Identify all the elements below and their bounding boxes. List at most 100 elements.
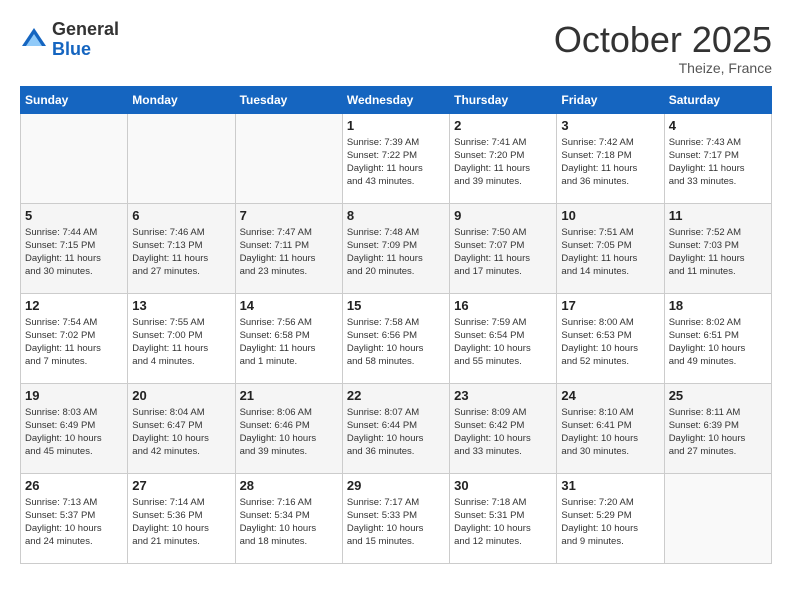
table-row: 18 Sunrise: 8:02 AM Sunset: 6:51 PM Dayli…: [664, 293, 771, 383]
table-row: 3 Sunrise: 7:42 AM Sunset: 7:18 PM Daylig…: [557, 113, 664, 203]
table-row: 30 Sunrise: 7:18 AM Sunset: 5:31 PM Dayli…: [450, 473, 557, 563]
calendar-week-row: 1 Sunrise: 7:39 AM Sunset: 7:22 PM Daylig…: [21, 113, 772, 203]
weekday-header: Sunday: [21, 86, 128, 113]
day-info: Sunrise: 8:00 AM Sunset: 6:53 PM Dayligh…: [561, 316, 659, 369]
calendar-week-row: 19Sunrise: 8:03 AM Sunset: 6:49 PM Dayli…: [21, 383, 772, 473]
day-info: Sunrise: 7:51 AM Sunset: 7:05 PM Dayligh…: [561, 226, 659, 279]
calendar-body: 1 Sunrise: 7:39 AM Sunset: 7:22 PM Daylig…: [21, 113, 772, 563]
day-info: Sunrise: 7:56 AM Sunset: 6:58 PM Dayligh…: [240, 316, 338, 369]
day-info: Sunrise: 7:46 AM Sunset: 7:13 PM Dayligh…: [132, 226, 230, 279]
day-number: 21: [240, 388, 338, 403]
table-row: 25 Sunrise: 8:11 AM Sunset: 6:39 PM Dayli…: [664, 383, 771, 473]
table-row: 31Sunrise: 7:20 AM Sunset: 5:29 PM Dayli…: [557, 473, 664, 563]
table-row: 11 Sunrise: 7:52 AM Sunset: 7:03 PM Dayli…: [664, 203, 771, 293]
calendar-week-row: 5Sunrise: 7:44 AM Sunset: 7:15 PM Daylig…: [21, 203, 772, 293]
day-number: 17: [561, 298, 659, 313]
day-number: 1: [347, 118, 445, 133]
day-number: 7: [240, 208, 338, 223]
table-row: 14 Sunrise: 7:56 AM Sunset: 6:58 PM Dayli…: [235, 293, 342, 383]
month-title: October 2025: [554, 20, 772, 60]
day-number: 24: [561, 388, 659, 403]
day-number: 14: [240, 298, 338, 313]
weekday-header: Monday: [128, 86, 235, 113]
table-row: 21 Sunrise: 8:06 AM Sunset: 6:46 PM Dayli…: [235, 383, 342, 473]
logo-blue: Blue: [52, 39, 91, 59]
day-number: 28: [240, 478, 338, 493]
table-row: 4 Sunrise: 7:43 AM Sunset: 7:17 PM Daylig…: [664, 113, 771, 203]
day-number: 6: [132, 208, 230, 223]
weekday-header: Friday: [557, 86, 664, 113]
table-row: 29 Sunrise: 7:17 AM Sunset: 5:33 PM Dayli…: [342, 473, 449, 563]
table-row: 12Sunrise: 7:54 AM Sunset: 7:02 PM Dayli…: [21, 293, 128, 383]
day-info: Sunrise: 7:39 AM Sunset: 7:22 PM Dayligh…: [347, 136, 445, 189]
day-number: 31: [561, 478, 659, 493]
logo: General Blue: [20, 20, 119, 60]
day-info: Sunrise: 8:09 AM Sunset: 6:42 PM Dayligh…: [454, 406, 552, 459]
table-row: 5Sunrise: 7:44 AM Sunset: 7:15 PM Daylig…: [21, 203, 128, 293]
day-info: Sunrise: 7:18 AM Sunset: 5:31 PM Dayligh…: [454, 496, 552, 549]
day-number: 10: [561, 208, 659, 223]
logo-text: General Blue: [52, 20, 119, 60]
day-number: 25: [669, 388, 767, 403]
day-info: Sunrise: 7:42 AM Sunset: 7:18 PM Dayligh…: [561, 136, 659, 189]
day-number: 30: [454, 478, 552, 493]
day-info: Sunrise: 7:41 AM Sunset: 7:20 PM Dayligh…: [454, 136, 552, 189]
table-row: 20Sunrise: 8:04 AM Sunset: 6:47 PM Dayli…: [128, 383, 235, 473]
table-row: 8 Sunrise: 7:48 AM Sunset: 7:09 PM Daylig…: [342, 203, 449, 293]
day-info: Sunrise: 7:59 AM Sunset: 6:54 PM Dayligh…: [454, 316, 552, 369]
day-number: 22: [347, 388, 445, 403]
table-row: 24 Sunrise: 8:10 AM Sunset: 6:41 PM Dayli…: [557, 383, 664, 473]
table-row: 27Sunrise: 7:14 AM Sunset: 5:36 PM Dayli…: [128, 473, 235, 563]
day-info: Sunrise: 8:02 AM Sunset: 6:51 PM Dayligh…: [669, 316, 767, 369]
day-number: 3: [561, 118, 659, 133]
table-row: 1 Sunrise: 7:39 AM Sunset: 7:22 PM Daylig…: [342, 113, 449, 203]
day-info: Sunrise: 7:58 AM Sunset: 6:56 PM Dayligh…: [347, 316, 445, 369]
day-info: Sunrise: 8:10 AM Sunset: 6:41 PM Dayligh…: [561, 406, 659, 459]
day-number: 15: [347, 298, 445, 313]
weekday-header: Tuesday: [235, 86, 342, 113]
day-info: Sunrise: 7:50 AM Sunset: 7:07 PM Dayligh…: [454, 226, 552, 279]
table-row: 19Sunrise: 8:03 AM Sunset: 6:49 PM Dayli…: [21, 383, 128, 473]
day-info: Sunrise: 7:52 AM Sunset: 7:03 PM Dayligh…: [669, 226, 767, 279]
weekday-header: Wednesday: [342, 86, 449, 113]
weekday-header: Thursday: [450, 86, 557, 113]
day-info: Sunrise: 7:44 AM Sunset: 7:15 PM Dayligh…: [25, 226, 123, 279]
table-row: 17 Sunrise: 8:00 AM Sunset: 6:53 PM Dayli…: [557, 293, 664, 383]
day-number: 9: [454, 208, 552, 223]
weekday-header: Saturday: [664, 86, 771, 113]
calendar-header: SundayMondayTuesdayWednesdayThursdayFrid…: [21, 86, 772, 113]
table-row: 16 Sunrise: 7:59 AM Sunset: 6:54 PM Dayli…: [450, 293, 557, 383]
day-number: 11: [669, 208, 767, 223]
table-row: 2Sunrise: 7:41 AM Sunset: 7:20 PM Daylig…: [450, 113, 557, 203]
day-number: 20: [132, 388, 230, 403]
logo-icon: [20, 26, 48, 54]
day-info: Sunrise: 7:47 AM Sunset: 7:11 PM Dayligh…: [240, 226, 338, 279]
day-info: Sunrise: 7:48 AM Sunset: 7:09 PM Dayligh…: [347, 226, 445, 279]
day-number: 29: [347, 478, 445, 493]
day-info: Sunrise: 8:06 AM Sunset: 6:46 PM Dayligh…: [240, 406, 338, 459]
day-info: Sunrise: 7:54 AM Sunset: 7:02 PM Dayligh…: [25, 316, 123, 369]
location: Theize, France: [554, 60, 772, 76]
calendar-table: SundayMondayTuesdayWednesdayThursdayFrid…: [20, 86, 772, 564]
table-row: [235, 113, 342, 203]
day-info: Sunrise: 7:43 AM Sunset: 7:17 PM Dayligh…: [669, 136, 767, 189]
weekday-row: SundayMondayTuesdayWednesdayThursdayFrid…: [21, 86, 772, 113]
day-info: Sunrise: 8:11 AM Sunset: 6:39 PM Dayligh…: [669, 406, 767, 459]
table-row: 15 Sunrise: 7:58 AM Sunset: 6:56 PM Dayli…: [342, 293, 449, 383]
day-number: 23: [454, 388, 552, 403]
day-number: 16: [454, 298, 552, 313]
day-number: 8: [347, 208, 445, 223]
day-info: Sunrise: 7:13 AM Sunset: 5:37 PM Dayligh…: [25, 496, 123, 549]
day-number: 27: [132, 478, 230, 493]
day-info: Sunrise: 8:03 AM Sunset: 6:49 PM Dayligh…: [25, 406, 123, 459]
day-info: Sunrise: 7:17 AM Sunset: 5:33 PM Dayligh…: [347, 496, 445, 549]
table-row: 28 Sunrise: 7:16 AM Sunset: 5:34 PM Dayli…: [235, 473, 342, 563]
title-block: October 2025 Theize, France: [554, 20, 772, 76]
table-row: 23 Sunrise: 8:09 AM Sunset: 6:42 PM Dayli…: [450, 383, 557, 473]
day-number: 4: [669, 118, 767, 133]
day-number: 26: [25, 478, 123, 493]
calendar-week-row: 12Sunrise: 7:54 AM Sunset: 7:02 PM Dayli…: [21, 293, 772, 383]
day-info: Sunrise: 7:55 AM Sunset: 7:00 PM Dayligh…: [132, 316, 230, 369]
day-info: Sunrise: 7:16 AM Sunset: 5:34 PM Dayligh…: [240, 496, 338, 549]
day-number: 18: [669, 298, 767, 313]
